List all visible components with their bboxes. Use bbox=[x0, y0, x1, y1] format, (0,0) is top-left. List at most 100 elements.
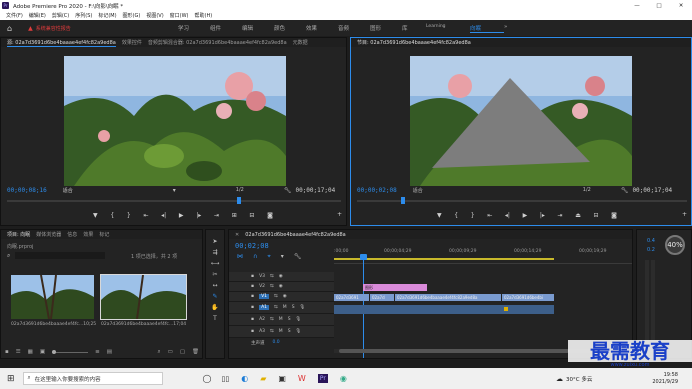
slip-tool-icon[interactable]: ↔ bbox=[212, 282, 217, 289]
track-header-v2[interactable]: ▪ V2 ⇆ ◉ bbox=[229, 282, 334, 292]
insert-icon[interactable]: ⊞ bbox=[232, 212, 237, 219]
freeform-view-icon[interactable]: ▣ bbox=[40, 349, 45, 356]
project-item[interactable]: 02a7d3691d6be4baaae4ef4fc... 10;25 bbox=[11, 274, 96, 327]
settings-wrench-icon[interactable]: 🔧︎ bbox=[284, 187, 292, 194]
chrome-icon[interactable]: ◉ bbox=[340, 374, 347, 383]
go-to-in-icon[interactable]: ⇤ bbox=[487, 212, 492, 219]
track-header-v3[interactable]: ▪ V3 ⇆ ◉ bbox=[229, 272, 334, 282]
camera-icon[interactable]: ◙ bbox=[267, 212, 273, 219]
workspace-tab-libraries[interactable]: 库 bbox=[402, 24, 426, 33]
linked-icon[interactable]: ∩ bbox=[253, 253, 257, 261]
edge-icon[interactable]: ◐ bbox=[241, 374, 248, 383]
menu-sequence[interactable]: 序列(S) bbox=[75, 12, 92, 19]
mark-out-bracket-icon[interactable]: } bbox=[127, 212, 131, 219]
source-timecode-in[interactable]: 00;00;08;16 bbox=[7, 187, 47, 194]
timeline-timecode[interactable]: 00;02;08 bbox=[235, 242, 269, 250]
project-item-selected[interactable]: 02a7d3691d6be4baaae4ef4fc... 17;04 bbox=[100, 274, 187, 327]
extract-icon[interactable]: ⊟ bbox=[594, 212, 599, 219]
razor-tool-icon[interactable]: ✂ bbox=[212, 271, 217, 278]
tab-project[interactable]: 项目: 向眠 bbox=[7, 231, 30, 238]
mark-in-bracket-icon[interactable]: { bbox=[454, 212, 458, 219]
selection-tool-icon[interactable]: ➤ bbox=[212, 238, 217, 245]
ripple-edit-tool-icon[interactable]: ⟷ bbox=[211, 260, 220, 267]
lift-icon[interactable]: ⏏ bbox=[575, 212, 581, 219]
lock-icon[interactable]: ▪ bbox=[251, 317, 254, 322]
video-clip[interactable]: 02a7d3691d6be4bi bbox=[502, 294, 554, 301]
workspace-overflow-button[interactable]: » bbox=[504, 24, 518, 33]
mark-in-icon[interactable]: ▼ bbox=[437, 212, 442, 219]
track-header-a3[interactable]: ▪ A3 ⇆ M S 🎙︎ bbox=[229, 326, 334, 338]
sync-lock-icon[interactable]: ⇆ bbox=[270, 329, 274, 334]
program-fit-select[interactable]: 适合 bbox=[413, 187, 423, 194]
track-header-v1[interactable]: ▪ V1 ⇆ ◉ bbox=[229, 292, 334, 302]
lock-icon[interactable]: ▪ bbox=[251, 329, 254, 334]
go-to-out-icon[interactable]: ⇥ bbox=[214, 212, 219, 219]
wps-icon[interactable]: W bbox=[298, 374, 306, 383]
menu-edit[interactable]: 编辑(E) bbox=[29, 12, 46, 19]
source-ratio-select[interactable]: 1/2 bbox=[236, 187, 244, 193]
program-ratio-select[interactable]: 1/2 bbox=[583, 187, 591, 193]
windows-start-icon[interactable]: ⊞ bbox=[7, 374, 15, 384]
lock-icon[interactable]: ▪ bbox=[5, 349, 9, 356]
workspace-tab-learn[interactable]: 学习 bbox=[178, 24, 210, 33]
solo-button[interactable]: S bbox=[288, 329, 291, 334]
tab-sequence[interactable]: 02a7d3691d6be4baaae4ef4fc82a9ed8a bbox=[245, 232, 346, 238]
eye-icon[interactable]: ◉ bbox=[279, 284, 283, 289]
source-playhead[interactable] bbox=[237, 197, 241, 204]
go-to-out-icon[interactable]: ⇥ bbox=[558, 212, 563, 219]
weather-text[interactable]: 30°C 多云 bbox=[566, 375, 592, 383]
play-icon[interactable]: ▶ bbox=[523, 212, 528, 219]
zoom-slider[interactable] bbox=[52, 350, 89, 354]
graphic-clip[interactable]: 图形 bbox=[363, 284, 427, 291]
maximize-button[interactable]: □ bbox=[648, 3, 670, 9]
hand-tool-icon[interactable]: ✋ bbox=[211, 304, 218, 311]
project-search-input[interactable] bbox=[15, 252, 105, 259]
task-view-button-icon[interactable]: ▯▯ bbox=[222, 375, 230, 383]
mark-out-bracket-icon[interactable]: } bbox=[471, 212, 475, 219]
menu-marker[interactable]: 标记(M) bbox=[98, 12, 116, 19]
menu-window[interactable]: 窗口(W) bbox=[170, 12, 189, 19]
find-icon[interactable]: ⌕ bbox=[158, 349, 161, 356]
video-clip[interactable]: 02a7d3691d6be4baaae4ef4fc82a9ed8a bbox=[395, 294, 501, 301]
workspace-tab-audio[interactable]: 音频 bbox=[338, 24, 370, 33]
eye-icon[interactable]: ◉ bbox=[283, 294, 287, 299]
keyframe-marker[interactable] bbox=[504, 307, 508, 311]
automate-icon[interactable]: ▤ bbox=[107, 349, 112, 356]
lock-icon[interactable]: ▪ bbox=[251, 284, 254, 289]
snap-icon[interactable]: ⋈ bbox=[237, 253, 243, 261]
marker-icon[interactable]: ▾ bbox=[281, 253, 284, 261]
timeline-settings-icon[interactable]: 🔧︎ bbox=[294, 253, 302, 261]
tab-effect-controls[interactable]: 效果控件 bbox=[122, 39, 142, 46]
add-button-icon[interactable]: + bbox=[337, 211, 342, 218]
menu-help[interactable]: 帮助(H) bbox=[195, 12, 213, 19]
tab-media-browser[interactable]: 媒体浏览器 bbox=[36, 231, 61, 238]
mute-button[interactable]: M bbox=[279, 317, 283, 322]
timeline-playhead-handle[interactable] bbox=[360, 254, 367, 260]
tab-markers[interactable]: 标记 bbox=[99, 231, 109, 238]
menu-clip[interactable]: 剪辑(C) bbox=[52, 12, 69, 19]
solo-button[interactable]: S bbox=[288, 317, 291, 322]
play-icon[interactable]: ▶ bbox=[179, 212, 184, 219]
track-header-a2[interactable]: ▪ A2 ⇆ M S 🎙︎ bbox=[229, 314, 334, 326]
sort-icon[interactable]: ≡ bbox=[95, 349, 100, 356]
mark-in-icon[interactable]: ▼ bbox=[93, 212, 98, 219]
lock-icon[interactable]: ▪ bbox=[251, 274, 254, 279]
video-clip[interactable]: 02a7d bbox=[370, 294, 394, 301]
step-back-icon[interactable]: ◂| bbox=[161, 212, 166, 219]
workspace-tab-active[interactable]: 向眠 bbox=[470, 24, 504, 33]
pen-tool-icon[interactable]: ✎ bbox=[212, 293, 217, 300]
icon-view-icon[interactable]: ▦ bbox=[28, 349, 33, 356]
wrench-icon[interactable]: ▾ bbox=[173, 187, 176, 194]
menu-graphics[interactable]: 图形(G) bbox=[123, 12, 141, 19]
list-view-icon[interactable]: ☰ bbox=[16, 349, 21, 356]
lock-icon[interactable]: ▪ bbox=[251, 294, 254, 299]
eye-icon[interactable]: ◉ bbox=[279, 274, 283, 279]
tab-source[interactable]: 源: 02a7d3691d6be4baaae4ef4fc82a9ed8a bbox=[7, 39, 116, 47]
sync-lock-icon[interactable]: ⇆ bbox=[270, 284, 274, 289]
work-area-bar[interactable] bbox=[334, 258, 554, 260]
timeline-ruler[interactable]: :00;00 00;00;04;29 00;00;09;29 00;00;14;… bbox=[334, 248, 632, 264]
source-scrub-bar[interactable] bbox=[7, 197, 341, 204]
overwrite-icon[interactable]: ⊟ bbox=[249, 212, 254, 219]
tab-metadata[interactable]: 元数据 bbox=[293, 39, 308, 46]
program-playhead[interactable] bbox=[401, 197, 405, 204]
